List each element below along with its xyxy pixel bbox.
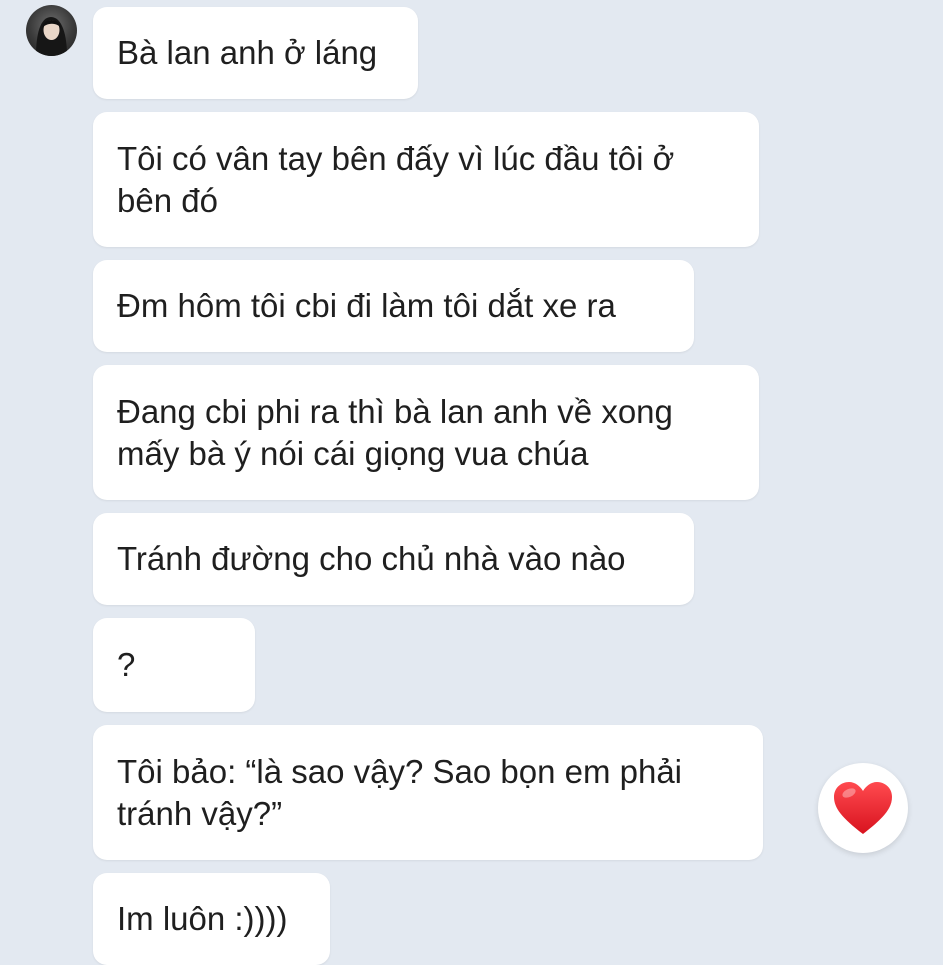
message-bubble[interactable]: Đang cbi phi ra thì bà lan anh về xong m…	[93, 365, 759, 500]
message-bubble[interactable]: Tôi bảo: “là sao vậy? Sao bọn em phải tr…	[93, 725, 763, 860]
message-bubble[interactable]: Im luôn :))))	[93, 873, 330, 965]
message-bubble[interactable]: Tôi có vân tay bên đấy vì lúc đầu tôi ở …	[93, 112, 759, 247]
message-text: Đm hôm tôi cbi đi làm tôi dắt xe ra	[117, 287, 616, 324]
message-bubble[interactable]: ?	[93, 618, 255, 770]
reaction-button[interactable]	[818, 763, 908, 853]
red-heart-icon	[834, 782, 892, 834]
message-text: ?	[117, 646, 136, 683]
message-text: Tránh đường cho chủ nhà vào nào	[117, 540, 626, 577]
sender-avatar[interactable]	[26, 5, 77, 56]
message-bubble[interactable]: Tránh đường cho chủ nhà vào nào	[93, 513, 694, 605]
message-bubble[interactable]: Bà lan anh ở láng	[93, 7, 418, 99]
message-bubble[interactable]: Đm hôm tôi cbi đi làm tôi dắt xe ra	[93, 260, 694, 352]
message-text: Đang cbi phi ra thì bà lan anh về xong m…	[117, 392, 683, 472]
message-text: Im luôn :))))	[117, 900, 288, 937]
message-text: Tôi có vân tay bên đấy vì lúc đầu tôi ở …	[117, 139, 684, 219]
message-text: Tôi bảo: “là sao vậy? Sao bọn em phải tr…	[117, 752, 692, 832]
message-text: Bà lan anh ở láng	[117, 34, 378, 71]
smiley-rolling-eyes-icon	[145, 643, 189, 770]
